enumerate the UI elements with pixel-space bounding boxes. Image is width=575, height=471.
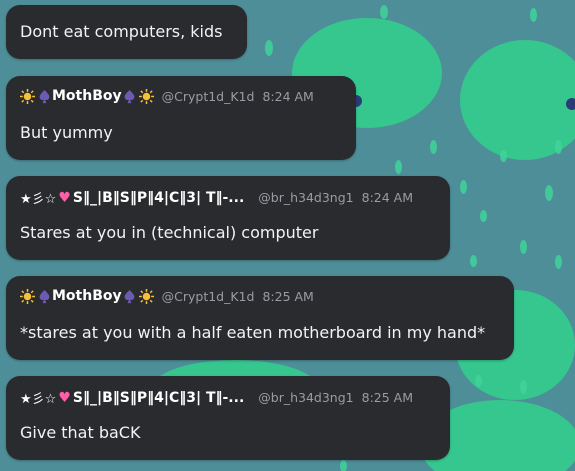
spade-icon	[124, 89, 135, 103]
message-text: Dont eat computers, kids	[20, 22, 223, 41]
message-header: ★彡☆ ♥ S‖_|B‖S‖P‖4|C‖3| T‖-... @br_h34d3n…	[20, 388, 414, 408]
sun-icon	[20, 288, 35, 304]
username-prefix: ★彡☆	[20, 392, 57, 407]
sun-icon	[138, 88, 154, 104]
message-text: But yummy	[20, 123, 113, 142]
message-bubble-4[interactable]: MothBoy @Crypt1d_K1d 8:25 AM *stares at …	[6, 276, 514, 360]
username[interactable]: S‖_|B‖S‖P‖4|C‖3| T‖-...	[73, 390, 244, 406]
user-handle[interactable]: @Crypt1d_K1d	[162, 289, 255, 304]
sun-icon	[138, 288, 154, 304]
message-bubble-2[interactable]: MothBoy @Crypt1d_K1d 8:24 AM But yummy	[6, 76, 356, 160]
timestamp: 8:24 AM	[361, 190, 414, 205]
user-handle[interactable]: @br_h34d3ng1	[258, 190, 353, 205]
heart-icon: ♥	[58, 389, 71, 406]
message-text: Give that baCK	[20, 423, 141, 442]
message-text: *stares at you with a half eaten motherb…	[20, 323, 486, 342]
heart-icon: ♥	[58, 189, 71, 206]
message-text: Stares at you in (technical) computer	[20, 223, 319, 242]
spade-icon	[39, 289, 50, 303]
user-handle[interactable]: @Crypt1d_K1d	[162, 89, 255, 104]
username-prefix: ★彡☆	[20, 192, 57, 207]
spade-icon	[124, 289, 135, 303]
message-header: MothBoy @Crypt1d_K1d 8:24 AM	[20, 88, 314, 104]
user-handle[interactable]: @br_h34d3ng1	[258, 390, 353, 405]
timestamp: 8:25 AM	[262, 288, 314, 304]
username[interactable]: S‖_|B‖S‖P‖4|C‖3| T‖-...	[73, 190, 244, 206]
username[interactable]: MothBoy	[52, 88, 122, 104]
message-bubble-1[interactable]: Dont eat computers, kids	[6, 5, 247, 59]
message-bubble-5[interactable]: ★彡☆ ♥ S‖_|B‖S‖P‖4|C‖3| T‖-... @br_h34d3n…	[6, 376, 450, 460]
message-header: ★彡☆ ♥ S‖_|B‖S‖P‖4|C‖3| T‖-... @br_h34d3n…	[20, 188, 414, 208]
message-header: MothBoy @Crypt1d_K1d 8:25 AM	[20, 288, 314, 304]
sun-icon	[20, 88, 35, 104]
message-bubble-3[interactable]: ★彡☆ ♥ S‖_|B‖S‖P‖4|C‖3| T‖-... @br_h34d3n…	[6, 176, 450, 260]
timestamp: 8:25 AM	[361, 390, 414, 405]
username[interactable]: MothBoy	[52, 288, 122, 304]
spade-icon	[39, 89, 50, 103]
timestamp: 8:24 AM	[262, 88, 314, 104]
